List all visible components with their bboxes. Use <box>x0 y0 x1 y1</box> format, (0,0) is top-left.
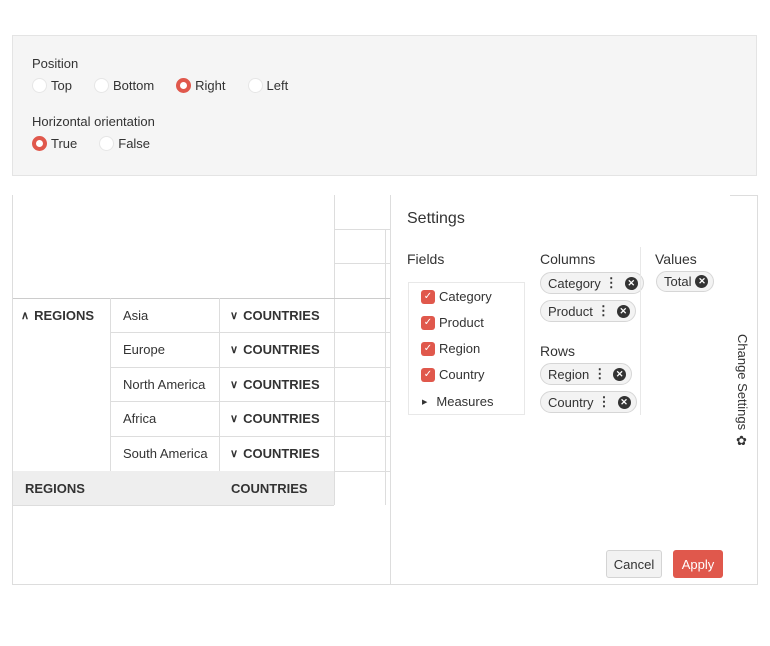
checkbox-checked-icon: ✓ <box>421 367 435 382</box>
chevron-down-icon: ∨ <box>230 309 239 322</box>
field-country[interactable]: ✓ Country <box>421 367 485 382</box>
orientation-label: Horizontal orientation <box>32 114 155 129</box>
values-title: Values <box>655 251 697 267</box>
region-cell: Asia <box>123 307 149 323</box>
section-divider <box>640 247 641 415</box>
column-chip-category[interactable]: Category ⋮ ✕ <box>540 272 644 294</box>
settings-panel: Settings Fields ✓ Category ✓ Product ✓ Regi… <box>390 195 730 585</box>
orientation-false-radio[interactable]: False <box>99 136 150 151</box>
checkbox-checked-icon: ✓ <box>421 315 435 330</box>
total-countries-cell: COUNTRIES <box>231 480 308 496</box>
remove-icon[interactable]: ✕ <box>695 275 709 288</box>
cancel-button[interactable]: Cancel <box>606 550 662 578</box>
columns-title: Columns <box>540 251 596 267</box>
countries-expand-header[interactable]: ∨ COUNTRIES <box>230 401 334 436</box>
field-region[interactable]: ✓ Region <box>421 341 480 356</box>
orientation-radio-group: True False <box>32 136 172 151</box>
rows-title: Rows <box>540 343 576 359</box>
remove-icon[interactable]: ✕ <box>624 276 638 290</box>
field-product[interactable]: ✓ Product <box>421 315 484 330</box>
position-left-radio[interactable]: Left <box>247 78 288 93</box>
measures-toggle[interactable]: ▶ Measures <box>422 394 493 409</box>
chevron-up-icon: ∧ <box>21 309 30 322</box>
chevron-down-icon: ∨ <box>230 413 239 425</box>
orientation-true-radio[interactable]: True <box>32 136 77 151</box>
countries-expand-header[interactable]: ∨ COUNTRIES <box>230 436 334 471</box>
chevron-down-icon: ∨ <box>230 378 239 391</box>
region-cell: South America <box>123 446 208 461</box>
field-category[interactable]: ✓ Category <box>421 289 492 304</box>
settings-title: Settings <box>407 210 465 227</box>
position-top-radio[interactable]: Top <box>32 78 72 93</box>
change-settings-toggle[interactable]: Change Settings ✿ <box>730 195 758 585</box>
drag-menu-icon[interactable]: ⋮ <box>598 394 611 410</box>
position-bottom-radio[interactable]: Bottom <box>93 78 154 93</box>
remove-icon[interactable]: ✕ <box>616 304 630 318</box>
row-chip-region[interactable]: Region ⋮ ✕ <box>540 363 633 385</box>
region-cell: Europe <box>123 342 165 357</box>
countries-expand-header[interactable]: ∨ COUNTRIES <box>230 298 334 332</box>
apply-button[interactable]: Apply <box>673 550 723 578</box>
region-cell: Africa <box>123 411 157 426</box>
drag-menu-icon[interactable]: ⋮ <box>597 303 610 319</box>
regions-collapse-header[interactable]: ∧ REGIONS <box>21 298 110 332</box>
total-regions-cell: REGIONS <box>25 480 85 496</box>
countries-expand-header[interactable]: ∨ COUNTRIES <box>230 367 334 401</box>
position-right-radio[interactable]: Right <box>176 78 226 93</box>
row-chip-country[interactable]: Country ⋮ ✕ <box>540 391 637 413</box>
remove-icon[interactable]: ✕ <box>613 367 627 381</box>
checkbox-checked-icon: ✓ <box>421 289 435 304</box>
drag-menu-icon[interactable]: ⋮ <box>593 366 606 382</box>
position-label: Position <box>32 56 79 71</box>
position-radio-group: Top Bottom Right Left <box>32 78 310 93</box>
column-chip-product[interactable]: Product ⋮ ✕ <box>540 300 636 322</box>
fields-title: Fields <box>407 251 445 267</box>
value-chip-total[interactable]: Total ✕ <box>656 271 715 292</box>
gear-icon: ✿ <box>735 434 750 450</box>
pivot-grid: ∧ REGIONS Asia Europe North America Afri… <box>12 195 391 585</box>
region-cell: North America <box>123 376 206 392</box>
checkbox-checked-icon: ✓ <box>421 341 435 356</box>
options-panel: Position Top Bottom Right Left Horizonta… <box>12 35 757 176</box>
triangle-right-icon: ▶ <box>422 398 428 406</box>
countries-expand-header[interactable]: ∨ COUNTRIES <box>230 332 334 367</box>
change-settings-label: Change Settings <box>735 334 750 431</box>
drag-menu-icon[interactable]: ⋮ <box>605 275 618 291</box>
chevron-down-icon: ∨ <box>230 448 239 460</box>
remove-icon[interactable]: ✕ <box>617 395 631 409</box>
chevron-down-icon: ∨ <box>230 344 239 356</box>
